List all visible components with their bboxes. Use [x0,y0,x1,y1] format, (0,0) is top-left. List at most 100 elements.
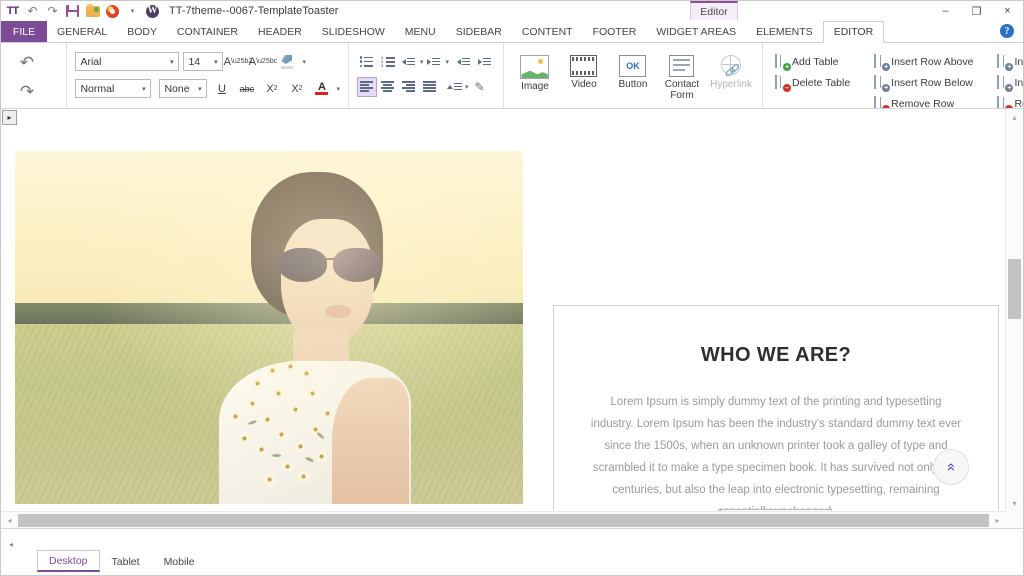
insert-row-below-button[interactable]: + Insert Row Below [870,73,977,92]
tab-editor[interactable]: EDITOR [823,21,884,43]
who-we-are-card[interactable]: WHO WE ARE? Lorem Ipsum is simply dummy … [553,305,999,511]
scroll-to-top-button[interactable]: « [933,449,969,485]
insert-image-button[interactable]: Image [513,52,557,95]
tab-body[interactable]: BODY [117,21,167,42]
decrease-list-indent-icon[interactable] [399,52,419,72]
font-color-button[interactable]: A [311,78,332,99]
scroll-right-button[interactable]: ▸ [989,516,1006,525]
scroll-up-button[interactable]: ▴ [1006,109,1023,126]
align-right-icon[interactable] [399,77,419,97]
align-justify-icon[interactable] [420,77,440,97]
device-tab-tablet[interactable]: Tablet [100,551,152,572]
increase-list-indent-icon[interactable] [424,52,444,72]
app-logo-icon: TT [5,4,20,19]
document-title: TT-7theme--0067-TemplateToaster [169,5,338,17]
vertical-scrollbar[interactable]: ▴ ▾ [1005,109,1023,512]
decrease-indent-icon[interactable] [454,52,474,72]
line-spacing-icon[interactable] [444,77,464,97]
insert-column-right-icon: + [997,76,1010,89]
insert-column-right-button[interactable]: + Insert Column Right [993,73,1024,92]
help-icon[interactable]: ? [1000,24,1014,38]
highlight-caret-icon[interactable]: ▾ [302,58,306,66]
insert-hyperlink-button[interactable]: 🔗 Hyperlink [709,52,753,93]
add-table-button[interactable]: + Add Table [771,52,854,71]
card-body-text: Lorem Ipsum is simply dummy text of the … [588,391,964,511]
redo-button[interactable]: ↷ [9,78,45,105]
table-column-1: + Add Table – Delete Table [771,51,854,92]
minimize-button[interactable]: – [930,1,961,21]
scroll-down-button[interactable]: ▾ [1006,495,1023,512]
align-left-icon[interactable] [357,77,377,97]
align-center-icon[interactable] [378,77,398,97]
scroll-left-button[interactable]: ◂ [1,516,18,525]
tab-file[interactable]: FILE [1,21,47,42]
subscript-button[interactable]: X2 [261,78,282,99]
contextual-tab-group-editor: Editor [690,1,738,20]
tab-elements[interactable]: ELEMENTS [746,21,823,42]
text-case-select[interactable]: None ▾ [159,79,207,98]
increase-list-indent-caret-icon[interactable]: ▾ [445,58,449,66]
photo-sun-glow [15,151,523,504]
format-painter-icon[interactable]: ✎ [469,77,489,97]
bottom-bar: ◂ Desktop Tablet Mobile [1,528,1023,575]
vertical-scrollbar-thumb[interactable] [1008,259,1021,319]
insert-row-above-icon: + [874,55,887,68]
insert-contact-form-button[interactable]: Contact Form [660,52,704,104]
scrollbar-corner [1006,512,1023,529]
panel-expander-icon[interactable]: ▸ [2,110,17,125]
redo-icon[interactable]: ↷ [45,4,60,19]
undo-icon[interactable]: ↶ [25,4,40,19]
templatetoaster-window: TT ↶ ↷ ▾ W TT-7theme--0067-TemplateToast… [0,0,1024,576]
tab-sidebar[interactable]: SIDEBAR [446,21,512,42]
contact-form-icon [669,55,694,77]
horizontal-scrollbar[interactable]: ◂ ▸ [1,511,1006,529]
increase-indent-icon[interactable] [475,52,495,72]
quick-access-more-icon[interactable]: ▾ [125,4,140,19]
decrease-list-indent-caret-icon[interactable]: ▾ [420,58,424,66]
delete-table-button[interactable]: – Delete Table [771,73,854,92]
image-icon [520,55,549,79]
device-tab-mobile[interactable]: Mobile [152,551,207,572]
device-tabs-scroll-left-icon[interactable]: ◂ [4,537,18,551]
shrink-font-button[interactable]: A\u25bc [252,51,273,72]
tab-general[interactable]: GENERAL [47,21,117,42]
bullet-list-icon[interactable] [357,52,377,72]
page-preview[interactable]: WHO WE ARE? Lorem Ipsum is simply dummy … [1,123,1005,511]
close-button[interactable]: × [992,1,1023,21]
design-canvas: ▸ [1,108,1023,529]
paragraph-style-select[interactable]: Normal ▾ [75,79,151,98]
strikethrough-button[interactable]: abc [236,78,257,99]
line-spacing-caret-icon[interactable]: ▾ [465,83,469,91]
tab-widget-areas[interactable]: WIDGET AREAS [646,21,746,42]
font-size-select[interactable]: 14 ▾ [183,52,223,71]
tab-header[interactable]: HEADER [248,21,312,42]
undo-button[interactable]: ↶ [9,49,45,76]
underline-button[interactable]: U [211,78,232,99]
tab-slideshow[interactable]: SLIDESHOW [312,21,395,42]
tab-content[interactable]: CONTENT [512,21,583,42]
insert-button-button[interactable]: OK Button [611,52,655,93]
title-bar: TT ↶ ↷ ▾ W TT-7theme--0067-TemplateToast… [1,1,1023,21]
grow-font-button[interactable]: A\u25b2 [227,51,248,72]
tab-footer[interactable]: FOOTER [583,21,647,42]
device-tab-desktop[interactable]: Desktop [37,550,100,572]
tab-container[interactable]: CONTAINER [167,21,248,42]
highlight-icon[interactable] [277,51,298,72]
insert-column-left-button[interactable]: + Insert Column Left [993,52,1024,71]
save-icon[interactable] [65,4,80,19]
preview-globe-icon[interactable] [105,4,120,19]
horizontal-scrollbar-thumb[interactable] [18,514,989,527]
button-icon: OK [619,55,646,77]
maximize-button[interactable]: ❐ [961,1,992,21]
open-folder-icon[interactable] [85,4,100,19]
font-family-select[interactable]: Arial ▾ [75,52,179,71]
tab-menu[interactable]: MENU [395,21,446,42]
hyperlink-icon: 🔗 [717,55,744,77]
insert-video-button[interactable]: Video [562,52,606,93]
font-color-caret-icon[interactable]: ▾ [336,85,340,93]
insert-row-above-button[interactable]: + Insert Row Above [870,52,977,71]
numbered-list-icon[interactable]: 123 [378,52,398,72]
superscript-button[interactable]: X2 [286,78,307,99]
wordpress-icon[interactable]: W [145,4,160,19]
hero-image[interactable] [15,151,523,504]
